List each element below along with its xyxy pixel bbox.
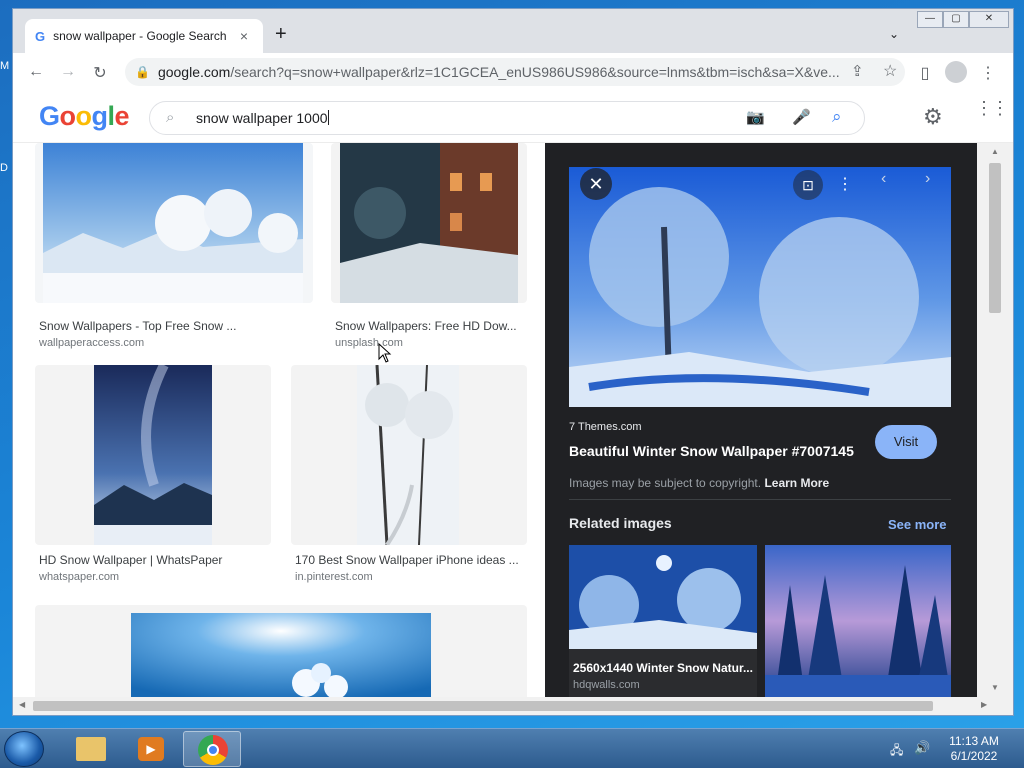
minimize-button[interactable]: —: [917, 11, 943, 28]
camera-icon[interactable]: 📷: [746, 108, 765, 126]
preview-title[interactable]: Beautiful Winter Snow Wallpaper #7007145: [569, 443, 854, 459]
google-favicon-icon: G: [35, 28, 46, 44]
preview-image[interactable]: [569, 167, 951, 407]
result-card[interactable]: HD Snow Wallpaper | WhatsPaper whatspape…: [35, 365, 271, 585]
prev-image-icon[interactable]: ‹: [881, 170, 886, 188]
desktop-icon-label[interactable]: M: [0, 60, 9, 72]
apps-grid-icon[interactable]: ⋮⋮⋮: [975, 99, 1013, 117]
result-card[interactable]: Snow Wallpapers: Free HD Dow... unsplash…: [331, 143, 527, 349]
result-title[interactable]: 170 Best Snow Wallpaper iPhone ideas ...: [295, 553, 523, 567]
bookmark-star-icon[interactable]: ☆: [883, 61, 897, 81]
result-site[interactable]: whatspaper.com: [39, 571, 119, 583]
microphone-icon[interactable]: 🎤: [792, 108, 811, 126]
result-card[interactable]: [35, 605, 527, 697]
back-arrow-icon[interactable]: ←: [26, 63, 46, 81]
profile-avatar[interactable]: [945, 61, 967, 83]
volume-icon[interactable]: 🔊: [914, 740, 930, 756]
taskbar-media-player[interactable]: ▶: [122, 731, 180, 767]
image-results: Snow Wallpapers - Top Free Snow ... wall…: [13, 143, 545, 697]
visit-button[interactable]: Visit: [875, 425, 937, 459]
related-image[interactable]: [569, 545, 757, 649]
scroll-down-icon[interactable]: ▼: [991, 683, 999, 692]
divider: [569, 499, 951, 500]
result-image[interactable]: [131, 613, 431, 697]
preview-source[interactable]: 7 Themes.com: [569, 421, 642, 433]
search-icon: ⌕: [166, 109, 175, 126]
start-button[interactable]: [4, 731, 44, 767]
settings-gear-icon[interactable]: ⚙: [923, 104, 943, 130]
taskbar: ▶ 🖧 🔊 11:13 AM 6/1/2022: [0, 728, 1024, 768]
tab-title: snow wallpaper - Google Search: [53, 29, 227, 43]
vertical-scrollbar[interactable]: ▲ ▼: [977, 143, 1013, 697]
tab-strip: G snow wallpaper - Google Search × + ⌄ —…: [13, 9, 1013, 53]
lens-icon[interactable]: ⊡: [793, 170, 823, 200]
taskbar-chrome[interactable]: [183, 731, 241, 767]
clock[interactable]: 11:13 AM 6/1/2022: [944, 734, 1004, 764]
search-box[interactable]: ⌕ snow wallpaper 1000 📷 🎤 ⌕: [149, 101, 865, 135]
lock-icon: 🔒: [135, 65, 150, 79]
result-image[interactable]: [340, 143, 518, 303]
result-title[interactable]: Snow Wallpapers: Free HD Dow...: [335, 319, 521, 333]
scroll-left-icon[interactable]: ◀: [19, 700, 25, 709]
search-input[interactable]: snow wallpaper 1000: [196, 110, 329, 126]
result-site[interactable]: unsplash.com: [335, 337, 403, 349]
learn-more-link[interactable]: Learn More: [764, 476, 829, 490]
google-header: Google ⌕ snow wallpaper 1000 📷 🎤 ⌕ ⚙ ⋮⋮⋮: [13, 91, 1013, 143]
see-more-link[interactable]: See more: [888, 517, 947, 532]
more-options-icon[interactable]: ⋮: [835, 170, 855, 200]
url-text[interactable]: google.com/search?q=snow+wallpaper&rlz=1…: [158, 64, 848, 80]
scroll-up-icon[interactable]: ▲: [991, 147, 999, 156]
horizontal-scrollbar[interactable]: ◀ ▶: [13, 697, 1013, 715]
result-image[interactable]: [43, 143, 303, 303]
scroll-right-icon[interactable]: ▶: [981, 700, 987, 709]
related-images-heading: Related images: [569, 515, 672, 531]
result-card[interactable]: Snow Wallpapers - Top Free Snow ... wall…: [35, 143, 313, 349]
result-title[interactable]: HD Snow Wallpaper | WhatsPaper: [39, 553, 267, 567]
new-tab-button[interactable]: +: [275, 24, 287, 44]
search-submit-icon[interactable]: ⌕: [832, 107, 842, 127]
result-title[interactable]: Snow Wallpapers - Top Free Snow ...: [39, 319, 249, 333]
related-title[interactable]: 2560x1440 Winter Snow Natur...: [573, 661, 753, 675]
result-card[interactable]: 170 Best Snow Wallpaper iPhone ideas ...…: [291, 365, 527, 585]
media-player-icon: ▶: [138, 737, 164, 761]
result-image[interactable]: [357, 365, 459, 545]
google-logo[interactable]: Google: [39, 101, 130, 132]
side-panel-icon[interactable]: ▯: [915, 63, 935, 83]
close-window-button[interactable]: ✕: [969, 11, 1009, 28]
result-image[interactable]: [94, 365, 212, 545]
search-page: Google ⌕ snow wallpaper 1000 📷 🎤 ⌕ ⚙ ⋮⋮⋮: [13, 91, 1013, 697]
tab-google-search[interactable]: G snow wallpaper - Google Search ×: [25, 19, 263, 53]
result-site[interactable]: wallpaperaccess.com: [39, 337, 144, 349]
next-image-icon[interactable]: ›: [925, 170, 930, 188]
scroll-thumb[interactable]: [989, 163, 1001, 313]
desktop-icon-label[interactable]: D: [0, 162, 8, 174]
share-icon[interactable]: ⇪: [851, 62, 864, 80]
mouse-cursor-icon: [378, 343, 392, 363]
hscroll-thumb[interactable]: [33, 701, 933, 711]
close-preview-button[interactable]: ✕: [580, 168, 612, 200]
taskbar-explorer[interactable]: [62, 731, 120, 767]
kebab-menu-icon[interactable]: ⋮: [978, 63, 998, 83]
folder-icon: [76, 737, 106, 761]
related-site[interactable]: hdqwalls.com: [573, 679, 640, 691]
reload-icon[interactable]: ↻: [90, 63, 110, 83]
address-bar[interactable]: 🔒 google.com/search?q=snow+wallpaper&rlz…: [125, 58, 905, 86]
close-tab-icon[interactable]: ×: [235, 28, 253, 44]
related-image[interactable]: [765, 545, 951, 697]
result-site[interactable]: in.pinterest.com: [295, 571, 373, 583]
image-preview-panel: ✕ ⊡ ⋮ ‹ › 7 Themes.com Beautiful Winter …: [545, 143, 977, 697]
network-icon[interactable]: 🖧: [890, 741, 903, 762]
browser-window: G snow wallpaper - Google Search × + ⌄ —…: [12, 8, 1014, 716]
copyright-notice: Images may be subject to copyright. Lear…: [569, 476, 830, 490]
maximize-button[interactable]: ▢: [943, 11, 969, 28]
browser-toolbar: ← → ↻ 🔒 google.com/search?q=snow+wallpap…: [13, 53, 1013, 91]
forward-arrow-icon[interactable]: →: [58, 63, 78, 81]
tab-search-chevron-icon[interactable]: ⌄: [889, 27, 899, 41]
